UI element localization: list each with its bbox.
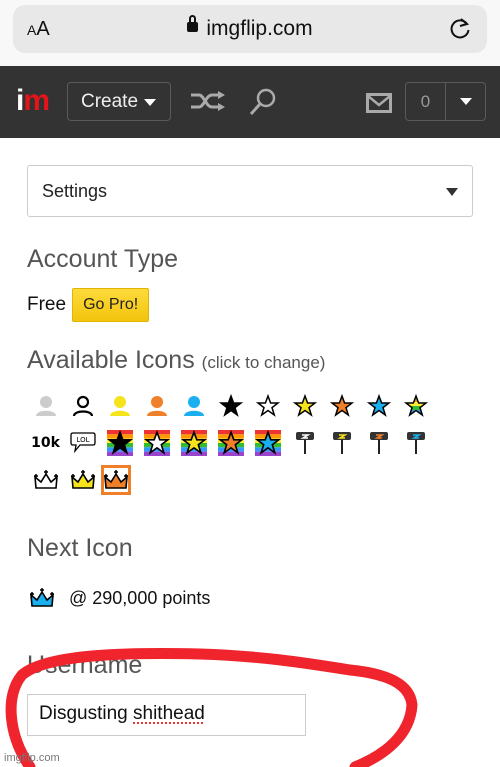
crown-white-icon[interactable]	[27, 465, 64, 495]
crown-blue-icon	[27, 583, 57, 613]
browser-chrome: AA imgflip.com	[0, 0, 500, 66]
icon-row	[27, 461, 447, 498]
mail-icon[interactable]	[366, 93, 392, 113]
search-icon[interactable]	[248, 87, 278, 117]
rainbow-star-blue-icon[interactable]	[249, 428, 286, 458]
lol-bubble-icon[interactable]: LOL	[64, 428, 101, 458]
watermark: imgflip.com	[4, 752, 60, 764]
chevron-down-icon	[446, 188, 458, 196]
user-yellow-icon[interactable]	[101, 391, 138, 421]
reload-icon[interactable]	[447, 15, 473, 41]
user-gray-icon[interactable]	[27, 391, 64, 421]
caret-down-icon	[144, 99, 157, 106]
address-bar[interactable]: AA imgflip.com	[13, 5, 487, 53]
10k-icon[interactable]: 10k	[27, 428, 64, 458]
user-blue-icon[interactable]	[175, 391, 212, 421]
crown-yellow-icon[interactable]	[64, 465, 101, 495]
settings-select[interactable]: Settings	[27, 165, 473, 217]
lock-icon	[187, 15, 199, 33]
pin-blue-icon[interactable]	[397, 428, 434, 458]
svg-text:LOL: LOL	[76, 436, 89, 444]
account-type-row: Free Go Pro!	[27, 288, 473, 322]
spellcheck-word: shithead	[133, 703, 205, 724]
star-blue-icon[interactable]	[360, 391, 397, 421]
rainbow-star-black-icon[interactable]	[101, 428, 138, 458]
notification-count[interactable]: 0	[406, 83, 446, 120]
star-black-icon[interactable]	[212, 391, 249, 421]
icon-grid: 10k LOL	[27, 387, 447, 498]
pin-white-icon[interactable]	[286, 428, 323, 458]
star-orange-icon[interactable]	[323, 391, 360, 421]
user-outline-icon[interactable]	[64, 391, 101, 421]
account-type-heading: Account Type	[27, 245, 179, 273]
user-menu-dropdown[interactable]	[446, 83, 485, 120]
next-icon-points: @ 290,000 points	[69, 587, 211, 608]
shuffle-icon[interactable]	[190, 90, 226, 112]
username-heading: Username	[27, 651, 143, 679]
rainbow-star-yellow-icon[interactable]	[175, 428, 212, 458]
user-orange-icon[interactable]	[138, 391, 175, 421]
rainbow-star-white-icon[interactable]	[138, 428, 175, 458]
crown-orange-icon[interactable]	[101, 464, 131, 495]
chevron-down-icon	[459, 98, 472, 105]
create-button[interactable]: Create	[67, 82, 171, 121]
account-type-value: Free	[27, 294, 67, 315]
rainbow-star-orange-icon[interactable]	[212, 428, 249, 458]
next-icon-heading: Next Icon	[27, 534, 133, 562]
url-text: imgflip.com	[206, 17, 313, 40]
go-pro-button[interactable]: Go Pro!	[72, 288, 150, 322]
star-rainbow-icon[interactable]	[397, 391, 434, 421]
settings-content: Settings Account Type Free Go Pro! Avail…	[27, 138, 473, 736]
star-white-icon[interactable]	[249, 391, 286, 421]
available-icons-heading: Available Icons (click to change)	[27, 346, 326, 374]
available-icons-hint: (click to change)	[201, 353, 326, 372]
username-input[interactable]: Disgusting shithead	[27, 694, 306, 736]
navbar: im Create 0	[0, 66, 500, 138]
icon-row: 10k LOL	[27, 424, 447, 461]
pin-orange-icon[interactable]	[360, 428, 397, 458]
pin-yellow-icon[interactable]	[323, 428, 360, 458]
notifications-button[interactable]: 0	[405, 82, 486, 121]
icon-row	[27, 387, 447, 424]
next-icon-row: @ 290,000 points	[27, 583, 473, 613]
imgflip-logo[interactable]: im	[16, 84, 50, 118]
star-yellow-icon[interactable]	[286, 391, 323, 421]
